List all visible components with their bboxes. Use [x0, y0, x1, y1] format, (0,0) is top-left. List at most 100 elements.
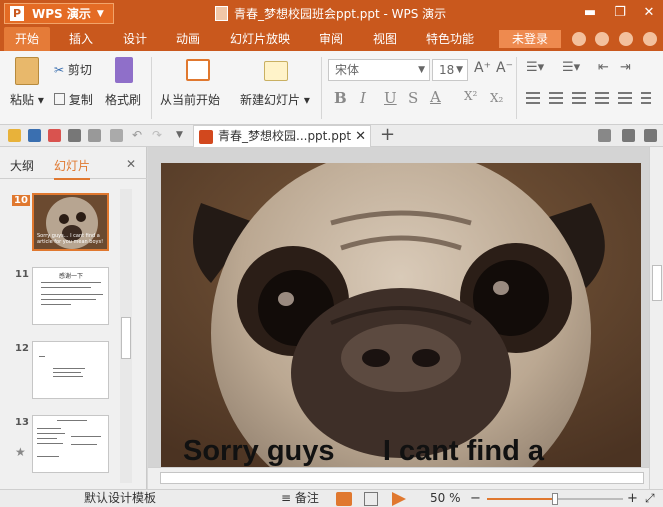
zoom-level: 50 %	[430, 491, 461, 505]
print-icon[interactable]	[68, 129, 81, 142]
divider	[321, 57, 322, 119]
document-tab[interactable]: 青春_梦想校园...ppt.ppt ✕	[193, 125, 371, 147]
chevron-down-icon[interactable]: ▼	[176, 129, 189, 142]
vertical-scrollbar[interactable]	[649, 147, 663, 489]
format-painter-button[interactable]: 格式刷	[105, 91, 141, 108]
play-from-current-button[interactable]: 从当前开始	[160, 91, 220, 108]
slide-thumbnail-12[interactable]	[32, 341, 109, 399]
slide-editor: Sorry guys I cant find a	[148, 147, 649, 467]
current-slide[interactable]: Sorry guys I cant find a	[161, 163, 641, 467]
horizontal-scrollbar[interactable]	[148, 467, 649, 489]
close-panel-icon[interactable]: ✕	[126, 157, 136, 171]
open-icon[interactable]	[8, 129, 21, 142]
fit-window-icon[interactable]: ⤢	[645, 490, 655, 507]
scrollbar-thumb[interactable]	[121, 317, 131, 359]
indent-button[interactable]: ⇤	[598, 60, 609, 75]
slide-thumbnail-10[interactable]: Sorry guys... I cant find a article for …	[32, 193, 109, 251]
normal-view-icon[interactable]	[336, 492, 352, 506]
zoom-slider[interactable]	[487, 493, 623, 505]
text-line	[39, 356, 45, 357]
shrink-font-button[interactable]: A⁻	[496, 60, 513, 76]
design-template-label[interactable]: 默认设计模板	[84, 490, 156, 507]
refresh-icon[interactable]	[595, 32, 609, 46]
font-color-button[interactable]: A	[430, 88, 441, 106]
font-name-select[interactable]: 宋体 ▼	[328, 59, 430, 81]
close-window-button[interactable]: ✕	[640, 4, 658, 22]
text-line	[37, 443, 63, 444]
outdent-button[interactable]: ⇥	[620, 60, 631, 75]
panel-scrollbar[interactable]	[120, 189, 132, 483]
strikethrough-button[interactable]: S	[408, 89, 418, 107]
align-left-button[interactable]	[526, 92, 540, 104]
zoom-slider-thumb[interactable]	[552, 493, 558, 505]
new-slide-button[interactable]: 新建幻灯片 ▾	[240, 91, 310, 108]
play-icon[interactable]	[186, 59, 210, 81]
zoom-out-icon[interactable]: −	[470, 490, 481, 507]
app-menu-button[interactable]: P WPS 演示 ▼	[4, 3, 114, 24]
zoom-slider-fill	[487, 498, 555, 500]
tab-slides[interactable]: 幻灯片	[54, 157, 91, 180]
skin-icon[interactable]	[572, 32, 586, 46]
bold-button[interactable]: B	[334, 89, 347, 107]
format-painter-icon[interactable]	[115, 57, 133, 83]
panel-icon[interactable]	[622, 129, 635, 142]
new-tab-button[interactable]: +	[380, 125, 395, 145]
tab-design[interactable]: 设计	[112, 27, 158, 51]
print-preview-icon[interactable]	[88, 129, 101, 142]
login-button[interactable]: 未登录	[499, 30, 561, 48]
zoom-in-icon[interactable]: +	[627, 490, 638, 507]
font-size-select[interactable]: 18 ▼	[432, 59, 468, 81]
fullscreen-icon[interactable]	[644, 129, 657, 142]
subscript-button[interactable]: X₂	[490, 91, 503, 105]
tab-animation[interactable]: 动画	[165, 27, 211, 51]
copy-button[interactable]: 复制	[54, 91, 93, 108]
slideshow-icon[interactable]	[392, 492, 406, 506]
undo-icon[interactable]: ↶	[132, 129, 145, 142]
shirt-icon[interactable]	[619, 32, 633, 46]
scissors-icon: ✂	[54, 63, 65, 77]
window-title: 青春_梦想校园班会ppt.ppt - WPS 演示	[215, 5, 446, 22]
tab-review[interactable]: 审阅	[308, 27, 354, 51]
pin-icon[interactable]	[598, 129, 611, 142]
new-slide-icon[interactable]	[264, 61, 288, 81]
distribute-button[interactable]	[618, 92, 632, 104]
align-right-button[interactable]	[572, 92, 586, 104]
redo-icon[interactable]: ↷	[152, 129, 165, 142]
numbering-button[interactable]: ☰▾	[562, 60, 580, 75]
text-line	[53, 372, 81, 373]
paste-button[interactable]: 粘贴 ▾	[10, 91, 44, 108]
notes-icon: ≡	[281, 491, 292, 505]
line-spacing-button[interactable]	[641, 92, 651, 104]
text-line	[41, 287, 91, 288]
export-pdf-icon[interactable]	[48, 129, 61, 142]
maximize-button[interactable]: ❐	[611, 4, 629, 22]
tab-home[interactable]: 开始	[4, 27, 50, 51]
slide-sorter-icon[interactable]	[364, 492, 378, 506]
save-icon[interactable]	[28, 129, 41, 142]
bullets-button[interactable]: ☰▾	[526, 60, 544, 75]
slide-thumbnail-caption: Sorry guys... I cant find a article for …	[37, 233, 104, 245]
minimize-button[interactable]: ▬	[581, 4, 599, 22]
italic-button[interactable]: I	[360, 89, 366, 107]
justify-button[interactable]	[595, 92, 609, 104]
tab-slideshow[interactable]: 幻灯片放映	[222, 27, 298, 51]
slide-thumbnail-11[interactable]: 感谢一下	[32, 267, 109, 325]
close-tab-icon[interactable]: ✕	[355, 126, 366, 147]
clipboard-icon[interactable]	[15, 57, 39, 85]
underline-button[interactable]: U	[384, 89, 397, 107]
superscript-button[interactable]: X²	[464, 89, 477, 103]
help-icon[interactable]	[643, 32, 657, 46]
tab-outline[interactable]: 大纲	[10, 157, 34, 174]
tab-features[interactable]: 特色功能	[418, 27, 482, 51]
cut-button[interactable]: ✂ 剪切	[54, 61, 92, 78]
scrollbar-thumb[interactable]	[160, 472, 644, 484]
slide-caption[interactable]: Sorry guys I cant find a	[183, 435, 544, 467]
grow-font-button[interactable]: A⁺	[474, 60, 491, 76]
tab-view[interactable]: 视图	[362, 27, 408, 51]
notes-button[interactable]: ≡ 备注	[281, 490, 319, 507]
slide-thumbnail-13[interactable]	[32, 415, 109, 473]
tab-insert[interactable]: 插入	[58, 27, 104, 51]
align-center-button[interactable]	[549, 92, 563, 104]
scrollbar-thumb[interactable]	[652, 265, 662, 301]
spellcheck-icon[interactable]	[110, 129, 123, 142]
